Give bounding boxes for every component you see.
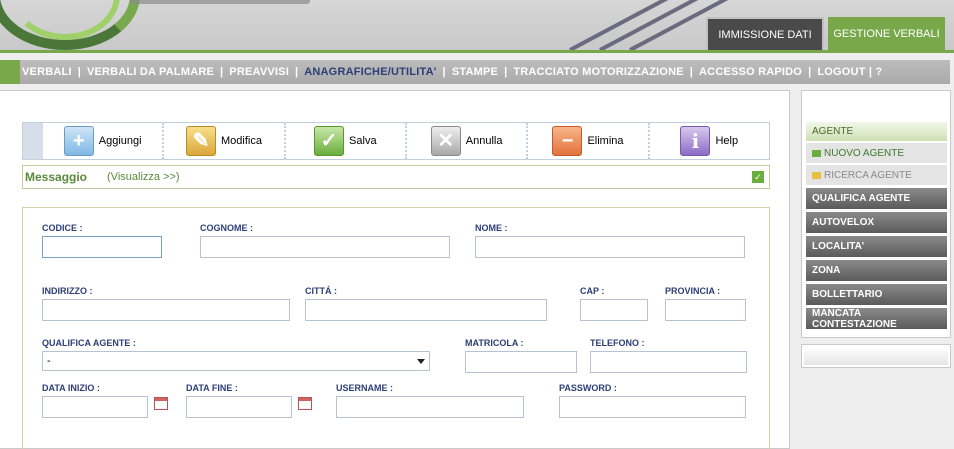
app-header: IMMISSIONE DATI GESTIONE VERBALI [0,0,954,52]
sidebar: AGENTE NUOVO AGENTE RICERCA AGENTE QUALI… [801,90,951,338]
tab-gestione-verbali[interactable]: GESTIONE VERBALI [828,17,945,50]
main-nav: VERBALI | VERBALI DA PALMARE | PREAVVISI | … [0,60,950,84]
sidebar-item-bollettario[interactable]: BOLLETTARIO [806,284,947,305]
nav-item-tracciato[interactable]: TRACCIATO MOTORIZZAZIONE [513,66,683,78]
citta-label: CITTÁ : [305,286,337,296]
nav-item-verbali-palmare[interactable]: VERBALI DA PALMARE [87,66,214,78]
nav-item-accesso-rapido[interactable]: ACCESSO RAPIDO [699,66,802,78]
add-label: Aggiungi [98,135,142,147]
agent-form: CODICE : COGNOME : NOME : INDIRIZZO : CI… [22,207,770,449]
cancel-document-icon: ✕ [430,126,461,156]
sidebar-item-localita[interactable]: LOCALITA' [806,236,947,257]
qualifica-label: QUALIFICA AGENTE : [42,338,136,348]
nav-item-preavvisi[interactable]: PREAVVISI [229,66,289,78]
sidebar-item-label: RICERCA AGENTE [824,169,912,181]
plus-icon: + [63,126,94,156]
nome-field[interactable] [475,236,745,258]
data-inizio-field[interactable] [42,396,148,418]
qualifica-select[interactable]: - [42,351,430,371]
sidebar-item-autovelox[interactable]: AUTOVELOX [806,212,947,233]
nav-separator: | [77,66,81,78]
delete-button[interactable]: − Elimina [528,123,650,159]
codice-field[interactable] [42,236,162,258]
nav-separator: | [689,66,694,78]
nav-separator: | [504,66,508,78]
nav-item-stampe[interactable]: STAMPE [452,66,498,78]
toolbar-cap [23,123,43,159]
action-toolbar: + Aggiungi ✎ Modifica ✓ Salva ✕ Annulla … [22,122,770,160]
sidebar-footer-panel [801,344,951,368]
cancel-button[interactable]: ✕ Annulla [407,123,529,159]
username-label: USERNAME : [336,383,394,393]
cognome-label: COGNOME : [200,223,253,233]
matricola-label: MATRICOLA : [465,338,524,348]
nav-item-anagrafiche[interactable]: ANAGRAFICHE/UTILITA' [304,66,436,78]
nav-marker [0,60,20,84]
data-inizio-label: DATA INIZIO : [42,383,100,393]
indirizzo-field[interactable] [42,299,290,321]
nome-label: NOME : [475,223,508,233]
message-bar: Messaggio (Visualizza >>) ✓ [22,165,770,189]
save-button[interactable]: ✓ Salva [286,123,407,159]
provincia-label: PROVINCIA : [665,286,721,296]
bullet-icon [812,171,821,179]
username-field[interactable] [336,396,524,418]
main-panel: + Aggiungi ✎ Modifica ✓ Salva ✕ Annulla … [0,90,790,449]
logo-wordmark [130,0,310,4]
sidebar-item-zona[interactable]: ZONA [806,260,947,281]
nav-separator: | [294,66,299,78]
message-title: Messaggio [25,170,88,184]
telefono-label: TELEFONO : [590,338,645,348]
cap-field[interactable] [580,299,648,321]
nav-item-logout[interactable]: LOGOUT | ? [817,66,882,78]
qualifica-value: - [47,355,51,367]
sidebar-footer-inner [804,347,948,365]
data-fine-field[interactable] [186,396,292,418]
save-label: Salva [349,135,377,147]
nav-separator: | [442,66,446,78]
help-button[interactable]: i Help [650,123,769,159]
cap-label: CAP : [580,286,605,296]
message-view-link[interactable]: (Visualizza >>) [107,171,180,183]
minus-icon: − [552,126,583,156]
cognome-field[interactable] [200,236,450,258]
edit-label: Modifica [221,135,262,147]
indirizzo-label: INDIRIZZO : [42,286,93,296]
sidebar-section-agente: AGENTE [806,122,947,141]
sidebar-item-nuovo-agente[interactable]: NUOVO AGENTE [806,143,947,163]
check-icon: ✓ [314,126,345,156]
sidebar-item-ricerca-agente[interactable]: RICERCA AGENTE [806,165,947,185]
nav-separator: | [220,66,224,78]
password-field[interactable] [559,396,746,418]
edit-button[interactable]: ✎ Modifica [164,123,286,159]
password-label: PASSWORD : [559,383,617,393]
help-label: Help [715,135,739,147]
nav-item-verbali[interactable]: VERBALI [22,66,72,78]
calendar-icon[interactable] [298,397,312,410]
info-icon: i [680,126,711,156]
cancel-label: Annulla [465,135,503,147]
citta-field[interactable] [305,299,547,321]
sidebar-item-qualifica-agente[interactable]: QUALIFICA AGENTE [806,188,947,209]
delete-label: Elimina [587,135,624,147]
data-fine-label: DATA FINE : [186,383,238,393]
sidebar-item-label: NUOVO AGENTE [824,147,905,159]
matricola-field[interactable] [465,351,577,373]
sidebar-item-mancata-contestazione[interactable]: MANCATA CONTESTAZIONE [806,308,947,330]
edit-icon: ✎ [186,126,216,156]
codice-label: CODICE : [42,223,83,233]
check-icon[interactable]: ✓ [752,171,764,183]
calendar-icon[interactable] [154,397,168,410]
provincia-field[interactable] [665,299,746,321]
tab-immissione-dati[interactable]: IMMISSIONE DATI [706,17,824,50]
chevron-down-icon [417,359,425,364]
bullet-icon [812,149,821,157]
nav-separator: | [808,66,812,78]
add-button[interactable]: + Aggiungi [43,123,165,159]
telefono-field[interactable] [590,351,747,373]
header-divider [0,50,954,53]
